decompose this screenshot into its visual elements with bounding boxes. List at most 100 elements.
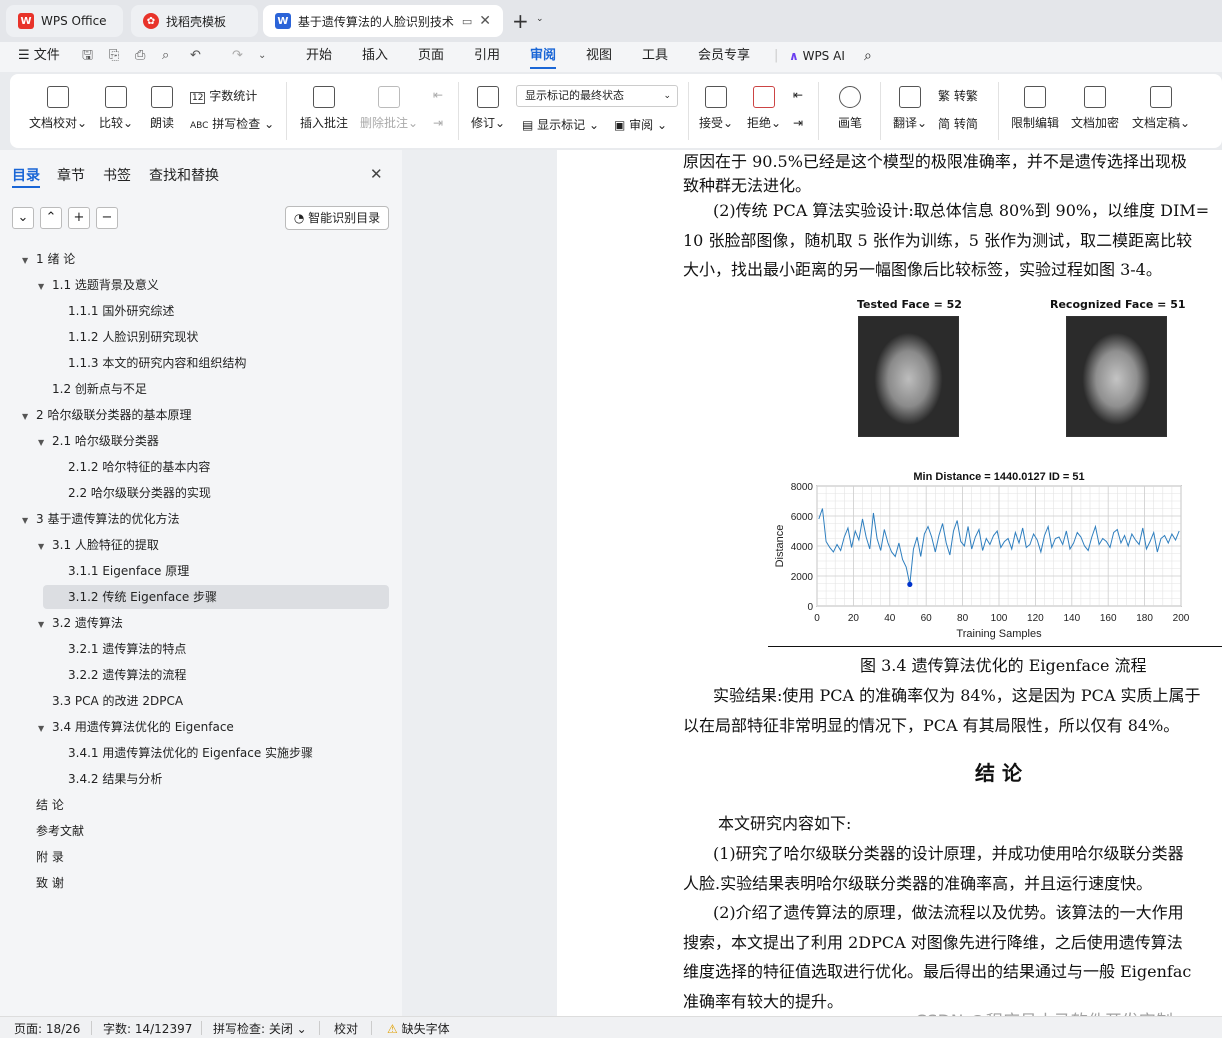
collapse-icon[interactable]: ⌄ — [12, 207, 34, 229]
y-tick-label: 6000 — [791, 512, 814, 523]
new-tab-icon[interactable]: + — [512, 9, 529, 33]
ribbon-divider — [998, 82, 999, 140]
panel-tab-chapters[interactable]: 章节 — [57, 165, 85, 185]
toc-item[interactable]: 1.1.2 人脸识别研究现状 — [54, 325, 198, 349]
panel-tab-find-replace[interactable]: 查找和替换 — [149, 165, 219, 185]
word-count-button[interactable]: 12 字数统计 — [190, 87, 280, 104]
toc-item[interactable]: 1.1.3 本文的研究内容和组织结构 — [54, 351, 246, 375]
word-count-status[interactable]: 字数: 14/12397 — [103, 1020, 192, 1037]
expand-triangle-icon[interactable]: ▼ — [22, 249, 36, 273]
document-page[interactable]: 原因在于 90.5%已经是这个模型的极限准确率，并不是遗传选择出现极 致种群无法… — [557, 150, 1222, 1032]
toc-item[interactable]: 致 谢 — [22, 871, 64, 895]
revise-button[interactable]: 修订⌄ — [468, 86, 508, 131]
panel-tab-toc[interactable]: 目录 — [12, 165, 40, 185]
toc-item[interactable]: 1.1.1 国外研究综述 — [54, 299, 174, 323]
save-icon[interactable]: 🖫 — [82, 47, 93, 65]
toc-item[interactable]: 3.2.1 遗传算法的特点 — [54, 637, 186, 661]
smart-toc-button[interactable]: ◔ 智能识别目录 — [285, 206, 389, 230]
toc-item[interactable]: 2.1.2 哈尔特征的基本内容 — [54, 455, 210, 479]
more-chevron-icon[interactable]: ⌄ — [258, 47, 266, 65]
undo-icon[interactable]: ↶ — [190, 47, 201, 65]
toc-item[interactable]: 3.1.2 传统 Eigenface 步骤 — [43, 585, 389, 609]
reject-button[interactable]: 拒绝⌄ — [744, 86, 784, 131]
toc-item[interactable]: 3.2.2 遗传算法的流程 — [54, 663, 186, 687]
print-icon[interactable]: ⎙ — [135, 47, 145, 65]
proof-status[interactable]: 校对 — [334, 1020, 358, 1037]
restrict-edit-button[interactable]: 限制编辑 — [1008, 86, 1062, 131]
review-pane-button[interactable]: ▣ 审阅 ⌄ — [614, 116, 674, 133]
page-indicator[interactable]: 页面: 18/26 — [14, 1020, 80, 1037]
read-aloud-button[interactable]: 朗读 — [146, 86, 178, 131]
next-change-icon[interactable]: ⇥ — [788, 116, 808, 130]
spell-status[interactable]: 拼写检查: 关闭 ⌄ — [213, 1020, 307, 1037]
expand-up-icon[interactable]: ⌃ — [40, 207, 62, 229]
expand-triangle-icon[interactable]: ▼ — [22, 405, 36, 429]
toc-item[interactable]: 3.4.2 结果与分析 — [54, 767, 162, 791]
toc-item[interactable]: 结 论 — [22, 793, 64, 817]
tab-template[interactable]: ✿ 找稻壳模板 — [131, 5, 258, 37]
toc-item[interactable]: ▼ 1.1 选题背景及意义 — [38, 273, 159, 297]
show-markup-button[interactable]: ▤ 显示标记 ⌄ — [522, 116, 604, 133]
delete-comment-button[interactable]: 删除批注⌄ — [358, 86, 420, 131]
toc-item[interactable]: ▼ 3.2 遗传算法 — [38, 611, 123, 635]
menu-insert[interactable]: 插入 — [362, 47, 388, 65]
expand-triangle-icon[interactable]: ▼ — [38, 717, 52, 741]
missing-font-status[interactable]: ⚠ 缺失字体 — [387, 1020, 450, 1037]
close-tab-icon[interactable]: ✕ — [479, 13, 491, 29]
search-icon[interactable]: ⌕ — [864, 47, 872, 65]
menu-start[interactable]: 开始 — [306, 47, 332, 65]
link-icon[interactable]: ⎘ — [109, 47, 119, 65]
toc-item[interactable]: ▼ 3 基于遗传算法的优化方法 — [22, 507, 179, 531]
pen-button[interactable]: 画笔 — [832, 86, 868, 131]
toc-item[interactable]: 3.3 PCA 的改进 2DPCA — [38, 689, 183, 713]
encrypt-button[interactable]: 文档加密 — [1068, 86, 1122, 131]
menu-member[interactable]: 会员专享 — [698, 47, 750, 65]
window-icon[interactable]: ▭ — [462, 15, 472, 28]
translate-button[interactable]: 翻译⌄ — [890, 86, 930, 131]
tab-wps-office[interactable]: W WPS Office — [6, 5, 123, 37]
chevron-down-icon[interactable]: ⌄ — [536, 14, 544, 24]
menu-page[interactable]: 页面 — [418, 47, 444, 65]
insert-comment-button[interactable]: 插入批注 — [298, 86, 350, 131]
toc-item[interactable]: ▼ 2 哈尔级联分类器的基本原理 — [22, 403, 191, 427]
toc-item[interactable]: ▼ 3.1 人脸特征的提取 — [38, 533, 159, 557]
next-comment-icon[interactable]: ⇥ — [428, 116, 448, 130]
menu-view[interactable]: 视图 — [586, 47, 612, 65]
panel-tab-bookmarks[interactable]: 书签 — [103, 165, 131, 185]
finalize-button[interactable]: 文档定稿⌄ — [1128, 86, 1194, 131]
accept-button[interactable]: 接受⌄ — [696, 86, 736, 131]
tab-document[interactable]: W 基于遗传算法的人脸识别技术 ▭ ✕ — [263, 5, 503, 37]
toc-item[interactable]: 附 录 — [22, 845, 64, 869]
menu-reference[interactable]: 引用 — [474, 47, 500, 65]
menu-file[interactable]: ☰ 文件 — [18, 47, 60, 65]
expand-triangle-icon[interactable]: ▼ — [38, 535, 52, 559]
prev-change-icon[interactable]: ⇤ — [788, 88, 808, 102]
toc-item[interactable]: 参考文献 — [22, 819, 84, 843]
menu-tools[interactable]: 工具 — [642, 47, 668, 65]
expand-triangle-icon[interactable]: ▼ — [38, 613, 52, 637]
toc-item[interactable]: 3.4.1 用遗传算法优化的 Eigenface 实施步骤 — [54, 741, 313, 765]
remove-heading-icon[interactable]: − — [96, 207, 118, 229]
preview-icon[interactable]: ⌕ — [162, 47, 169, 65]
expand-triangle-icon[interactable]: ▼ — [38, 275, 52, 299]
close-panel-icon[interactable]: ✕ — [370, 165, 383, 183]
spell-check-button[interactable]: ABC 拼写检查 ⌄ — [190, 115, 280, 132]
redo-icon[interactable]: ↷ — [232, 47, 243, 65]
wps-ai-button[interactable]: ∧ WPS AI — [789, 47, 845, 65]
add-heading-icon[interactable]: + — [68, 207, 90, 229]
expand-triangle-icon[interactable]: ▼ — [38, 431, 52, 455]
to-traditional-button[interactable]: 繁 转繁 — [938, 87, 988, 104]
toc-item[interactable]: ▼ 2.1 哈尔级联分类器 — [38, 429, 159, 453]
compare-button[interactable]: 比较⌄ — [96, 86, 136, 131]
toc-item[interactable]: 1.2 创新点与不足 — [38, 377, 147, 401]
toc-item[interactable]: 2.2 哈尔级联分类器的实现 — [54, 481, 211, 505]
toc-item[interactable]: 3.1.1 Eigenface 原理 — [54, 559, 189, 583]
prev-comment-icon[interactable]: ⇤ — [428, 88, 448, 102]
toc-item[interactable]: ▼ 1 绪 论 — [22, 247, 75, 271]
markup-state-select[interactable]: 显示标记的最终状态 ⌄ — [516, 85, 678, 107]
to-simplified-button[interactable]: 简 转简 — [938, 115, 988, 132]
menu-review[interactable]: 审阅 — [530, 47, 557, 69]
expand-triangle-icon[interactable]: ▼ — [22, 509, 36, 533]
doc-proof-button[interactable]: 文档校对⌄ — [28, 86, 88, 131]
toc-item[interactable]: ▼ 3.4 用遗传算法优化的 Eigenface — [38, 715, 234, 739]
